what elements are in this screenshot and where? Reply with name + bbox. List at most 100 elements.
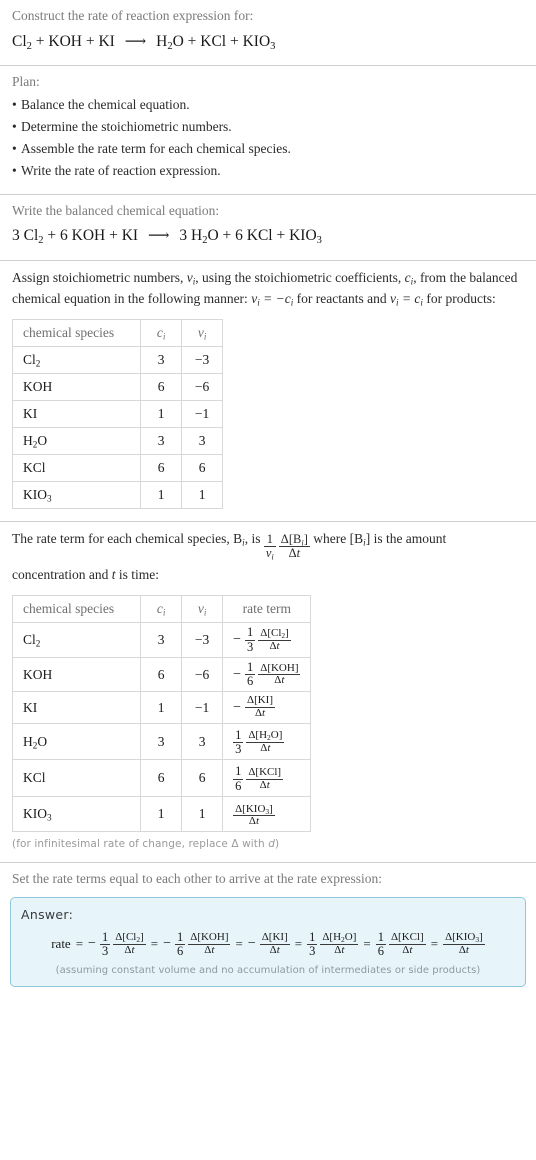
- cell-stoich-number: 3: [181, 722, 224, 761]
- question-prompt: Construct the rate of reaction expressio…: [12, 8, 254, 23]
- column-header-v: νi: [181, 318, 224, 347]
- coefficient-fraction: 13: [233, 727, 244, 757]
- fraction-denominator: 6: [375, 943, 386, 958]
- balanced-reactants: 3 Cl2 + 6 KOH + KI: [12, 227, 139, 247]
- rate-term: −1 6 Δ[KOH] Δt: [163, 930, 231, 959]
- cell-stoich-number: 6: [181, 453, 224, 482]
- fraction-numerator: Δ[H2O]: [248, 729, 283, 743]
- bullet-icon: •: [12, 141, 17, 157]
- equation-products: H2O + KCl + KIO3: [156, 32, 276, 52]
- table-row: Cl2 3 −3−1 3 Δ[Cl2] Δt: [11, 622, 312, 658]
- equation-nu-reactants: νi = −ci: [251, 290, 294, 308]
- fraction-numerator: Δ[Cl2]: [260, 627, 289, 641]
- fraction-denominator: Δt: [259, 943, 290, 957]
- fraction-denominator: Δt: [258, 639, 291, 653]
- table-row: KI 1 −1: [11, 399, 224, 428]
- fraction-denominator: 6: [245, 674, 256, 689]
- coefficient-fraction: 16: [233, 764, 244, 793]
- table-head: chemical species ci νi rate term: [11, 595, 312, 624]
- balanced-equation: 3 Cl2 + 6 KOH + KI ⟶ 3 H2O + 6 KCl + KIO…: [6, 220, 530, 248]
- column-header-rate-term: rate term: [222, 595, 312, 624]
- table-row: Cl2 3 −3: [11, 345, 224, 374]
- fraction-one-over-nu: 1 νi: [263, 532, 276, 561]
- fraction-numerator: 1: [309, 929, 316, 944]
- delta-fraction: Δ[KI] Δt: [245, 695, 276, 720]
- plan-item: • Assemble the rate term for each chemica…: [12, 138, 524, 160]
- rateterm-text-b: , is: [244, 530, 264, 546]
- delta-fraction: Δ[H2O] Δt: [246, 729, 285, 754]
- answer-assumption-note: (assuming constant volume and no accumul…: [55, 965, 481, 977]
- fraction-denominator: 3: [245, 639, 256, 654]
- fraction-denominator: Δt: [245, 707, 276, 720]
- cell-species: KI: [11, 691, 142, 724]
- table-row: KIO3 1 1 Δ[KIO3] Δt: [11, 795, 312, 833]
- plan-item-label: Determine the stoichiometric numbers.: [21, 119, 232, 135]
- cell-species: KOH: [11, 656, 142, 693]
- equation-nu-products: νi = ci: [390, 290, 423, 308]
- cell-species: KOH: [11, 372, 142, 401]
- table-head: chemical species ci νi: [11, 318, 224, 347]
- symbol-c-i: ci: [404, 269, 414, 287]
- cell-species: KCl: [11, 759, 142, 797]
- table-row: KCl 6 6: [11, 453, 224, 482]
- symbol-B-i: Bi: [233, 530, 245, 548]
- cell-rate-term: − Δ[KI] Δt: [222, 691, 312, 724]
- answer-body: rate = −1 3 Δ[Cl2] Δt = −1 6 Δ[KOH] Δt = − Δ[KI] Δt = 1 3…: [21, 922, 515, 959]
- unbalanced-equation: Cl2 + KOH + KI ⟶ H2O + KCl + KIO3: [6, 26, 530, 54]
- table-row: KCl 6 6 1 6 Δ[KCl] Δt: [11, 759, 312, 797]
- cell-species: KIO3: [11, 480, 142, 509]
- coefficient-fraction: 16: [375, 929, 386, 959]
- answer-box: Answer: rate = −1 3 Δ[Cl2] Δt = −1 6 Δ[KOH] Δt = − Δ[…: [10, 896, 526, 988]
- rate-term: Δ[KIO3] Δt: [233, 803, 275, 828]
- infinitesimal-note: (for infinitesimal rate of change, repla…: [12, 838, 280, 851]
- table-row: KIO3 1 1: [11, 480, 224, 509]
- page-root: Construct the rate of reaction expressio…: [0, 0, 536, 997]
- table-body: Cl2 3 −3−1 3 Δ[Cl2] Δt KOH 6 −6−1 6 Δ[KOH] Δt KI 1 −1−…: [11, 622, 312, 833]
- plan-item: • Determine the stoichiometric numbers.: [12, 116, 524, 138]
- fraction-denominator: Δt: [188, 943, 231, 957]
- table-row: KOH 6 −6−1 6 Δ[KOH] Δt: [11, 656, 312, 693]
- cell-coefficient: 1: [140, 399, 183, 428]
- rate-term: −1 3 Δ[Cl2] Δt: [233, 626, 291, 654]
- fraction-numerator: 1: [247, 659, 254, 674]
- cell-stoich-number: 3: [181, 426, 224, 455]
- fraction-denominator: Δt: [113, 943, 146, 957]
- cell-stoich-number: −6: [181, 372, 224, 401]
- fraction-numerator: 1: [235, 727, 242, 742]
- rate-term: −1 3 Δ[Cl2] Δt: [88, 929, 146, 959]
- table-body: Cl2 3 −3 KOH 6 −6 KI 1 −1 H2O 3 3 KCl 6 6 KIO3 1 1: [11, 345, 224, 509]
- cell-species: KCl: [11, 453, 142, 482]
- sign: −: [233, 632, 241, 648]
- stoich-text-e: for reactants: [293, 290, 364, 306]
- fraction-denominator: 6: [233, 778, 244, 793]
- fraction-numerator: 1: [235, 764, 242, 779]
- fraction-numerator: Δ[KI]: [261, 931, 288, 944]
- fraction-denominator: Δt: [233, 815, 275, 828]
- fraction-denominator: 3: [233, 742, 244, 757]
- rateterm-text-a: The rate term for each chemical species,: [12, 530, 234, 546]
- column-header-c: ci: [140, 595, 183, 624]
- table-row: KI 1 −1− Δ[KI] Δt: [11, 691, 312, 724]
- plan-title: Plan:: [12, 74, 40, 90]
- cell-coefficient: 3: [140, 426, 183, 455]
- rate-term-formula: 1 νi Δ[Bi] Δt: [263, 532, 310, 561]
- stoich-text-f: and: [367, 290, 390, 306]
- fraction-numerator: 1: [377, 929, 384, 944]
- delta-fraction: Δ[KCl] Δt: [246, 766, 284, 791]
- fraction-numerator: 1: [101, 929, 109, 944]
- cell-rate-term: 1 3 Δ[H2O] Δt: [222, 722, 312, 761]
- fraction-delta-B-over-delta-t: Δ[Bi] Δt: [278, 532, 310, 561]
- symbol-B-bracket: [Bi]: [349, 530, 371, 548]
- cell-stoich-number: 6: [181, 759, 224, 797]
- rate-term: 1 6 Δ[KCl] Δt: [233, 764, 284, 793]
- cell-rate-term: 1 6 Δ[KCl] Δt: [222, 759, 312, 797]
- stoichiometry-table: chemical species ci νi Cl2 3 −3 KOH 6 −6 KI 1 −1…: [11, 318, 224, 509]
- table-row: KOH 6 −6: [11, 372, 224, 401]
- coefficient-fraction: 16: [175, 930, 186, 959]
- stoich-text-g: for products:: [422, 290, 496, 306]
- balanced-products: 3 H2O + 6 KCl + KIO3: [179, 227, 322, 247]
- delta-fraction: Δ[Cl2] Δt: [258, 627, 291, 653]
- cell-stoich-number: −1: [181, 399, 224, 428]
- fraction-numerator: Δ[KOH]: [190, 931, 229, 944]
- plan-item-label: Write the rate of reaction expression.: [21, 162, 221, 178]
